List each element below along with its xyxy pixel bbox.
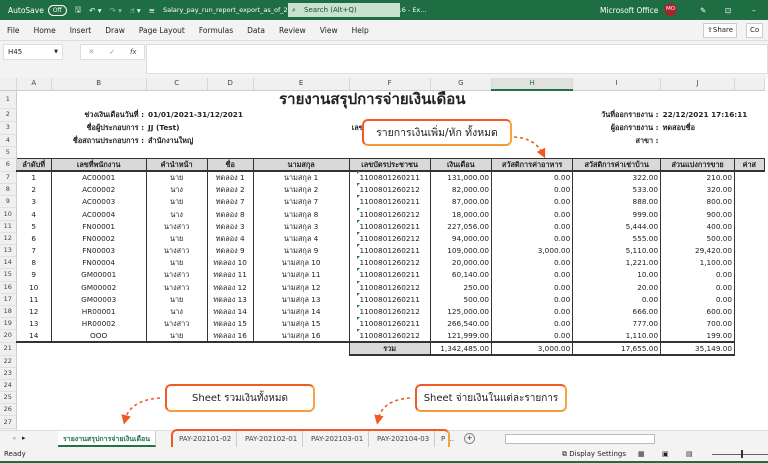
page-layout-view-icon[interactable]: ▣ — [662, 447, 669, 461]
add-sheet-icon[interactable]: + — [464, 433, 475, 444]
page-break-view-icon[interactable]: ▤ — [686, 447, 693, 461]
horizontal-scrollbar[interactable] — [505, 434, 655, 444]
status-bar: Ready ⧉ Display Settings ▦ ▣ ▤ — [0, 447, 768, 463]
scroll-tabs-right-icon[interactable]: ▸ — [22, 434, 26, 442]
zoom-slider[interactable] — [712, 454, 768, 455]
normal-view-icon[interactable]: ▦ — [638, 447, 645, 461]
share-button[interactable]: ⇪Share — [703, 23, 738, 38]
status-ready: Ready — [4, 450, 26, 458]
zoom-slider-thumb[interactable] — [741, 450, 743, 458]
arrow-summary-sheet — [121, 397, 161, 425]
comments-button[interactable]: Co — [746, 23, 764, 38]
sheet-tab-summary[interactable]: รายงานสรุปการจ่ายเงินเดือน — [58, 431, 156, 447]
display-settings-label: Display Settings — [569, 450, 626, 458]
display-settings-button[interactable]: ⧉ Display Settings — [562, 447, 626, 461]
comments-label: Co — [750, 26, 760, 34]
scroll-tabs-left-icon[interactable]: ◂ — [12, 434, 16, 442]
callout-arrows — [121, 136, 546, 425]
arrow-allowances — [513, 136, 546, 159]
arrow-pay-sheets — [374, 397, 411, 425]
share-label: Share — [712, 26, 734, 34]
